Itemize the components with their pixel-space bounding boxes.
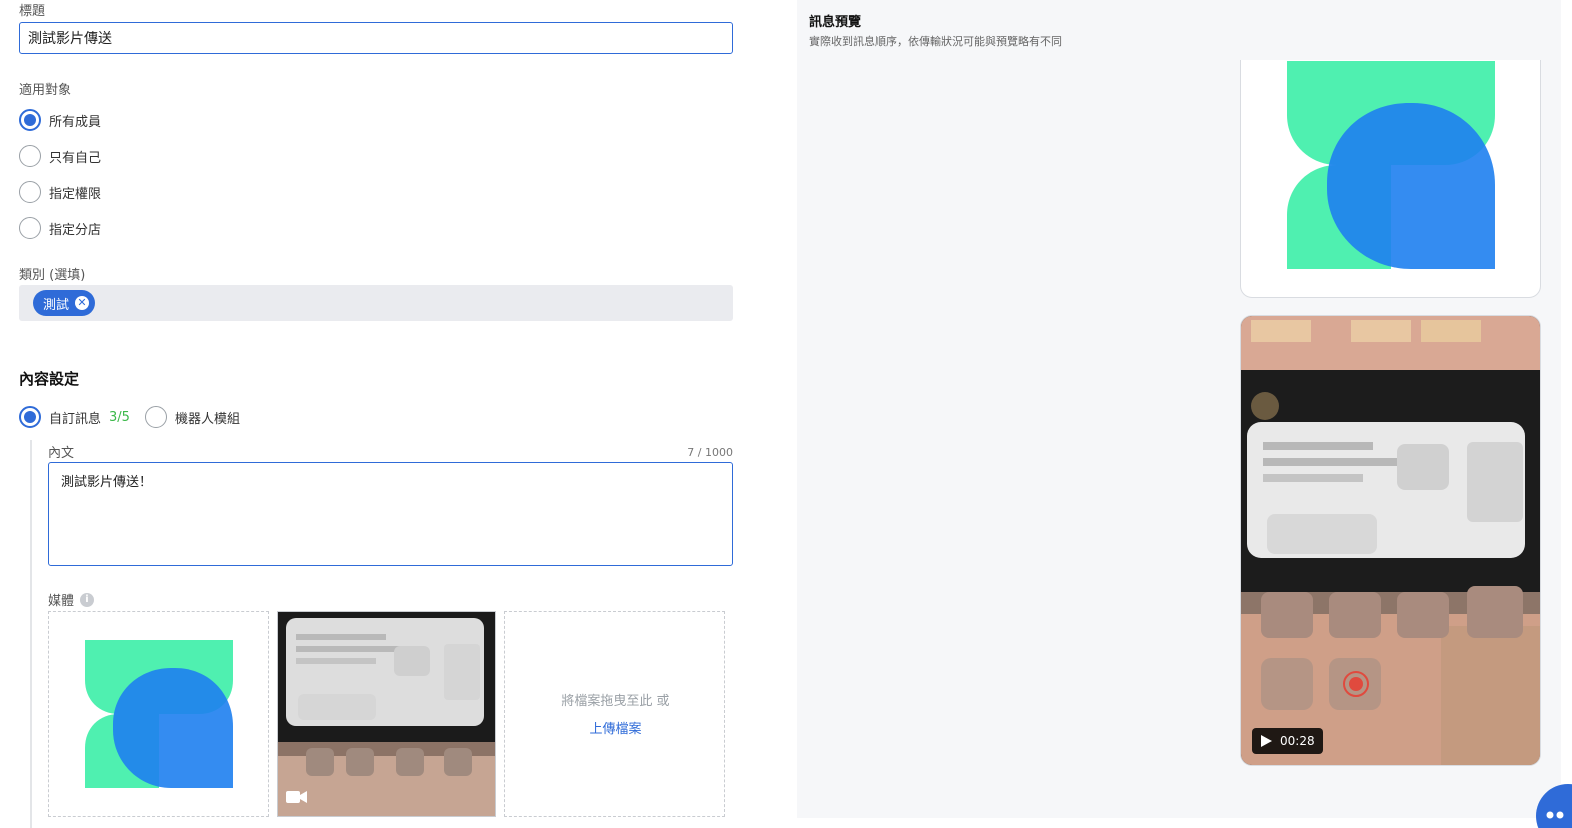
category-tag-input[interactable]: 測試 ✕ xyxy=(19,285,733,321)
body-textarea-value: 測試影片傳送！ xyxy=(61,475,153,490)
radio-checked[interactable] xyxy=(19,406,41,428)
video-thumbnail xyxy=(278,612,495,816)
content-indent-line xyxy=(30,440,32,828)
category-label: 類別 (選填) xyxy=(19,268,86,283)
radio-checked[interactable] xyxy=(19,109,41,131)
preview-video-thumbnail xyxy=(1241,316,1540,765)
video-duration-badge: 00:28 xyxy=(1252,728,1323,754)
media-tile-image[interactable] xyxy=(48,611,269,817)
radio-unchecked[interactable] xyxy=(19,145,41,167)
audience-option-label: 指定分店 xyxy=(49,222,102,238)
preview-title: 訊息預覽 xyxy=(809,15,862,30)
body-label: 內文 xyxy=(48,446,75,461)
chat-launcher-icon xyxy=(1546,811,1564,819)
preview-image-bubble[interactable] xyxy=(1240,60,1541,298)
title-input[interactable]: 測試影片傳送 xyxy=(19,22,733,54)
upload-file-link[interactable]: 上傳檔案 xyxy=(505,718,726,737)
video-camera-icon xyxy=(286,791,307,803)
audience-option-label: 所有成員 xyxy=(49,114,102,130)
play-icon xyxy=(1261,735,1272,747)
audience-option-self[interactable]: 只有自己 xyxy=(19,145,101,167)
audience-label: 適用對象 xyxy=(19,83,72,98)
category-tag: 測試 ✕ xyxy=(33,290,96,316)
audience-option-label: 指定權限 xyxy=(49,186,102,202)
media-label: 媒體 xyxy=(48,594,75,609)
content-type-bot-label: 機器人模組 xyxy=(175,411,241,427)
content-type-custom-label: 自訂訊息 xyxy=(49,411,102,427)
content-type-bot[interactable]: 機器人模組 xyxy=(145,406,240,428)
content-section-title: 內容設定 xyxy=(19,370,80,388)
preview-video-bubble[interactable]: 00:28 xyxy=(1240,315,1541,766)
media-upload-dropzone[interactable]: 將檔案拖曳至此 或 上傳檔案 xyxy=(504,611,725,817)
audience-option-all[interactable]: 所有成員 xyxy=(19,109,101,131)
radio-unchecked[interactable] xyxy=(19,217,41,239)
logo-image xyxy=(85,640,233,788)
body-textarea[interactable]: 測試影片傳送！ xyxy=(48,462,733,566)
message-preview-panel: 訊息預覽 實際收到訊息順序，依傳輸狀況可能與預覽略有不同 00:28 xyxy=(797,0,1561,818)
title-input-value: 測試影片傳送 xyxy=(28,31,112,47)
preview-image-viewport xyxy=(1240,60,1541,300)
category-tag-label: 測試 xyxy=(43,297,70,313)
media-label-row: 媒體 i xyxy=(48,590,95,609)
audience-option-branch[interactable]: 指定分店 xyxy=(19,217,101,239)
body-counter: 7 / 1000 xyxy=(687,446,733,459)
upload-hint: 將檔案拖曳至此 或 xyxy=(561,694,670,709)
audience-option-label: 只有自己 xyxy=(49,150,102,166)
video-duration: 00:28 xyxy=(1280,734,1315,748)
close-icon[interactable]: ✕ xyxy=(75,296,90,310)
radio-unchecked[interactable] xyxy=(145,406,167,428)
audience-option-permission[interactable]: 指定權限 xyxy=(19,181,101,203)
content-type-custom[interactable]: 自訂訊息 3/5 xyxy=(19,406,130,428)
preview-subtitle: 實際收到訊息順序，依傳輸狀況可能與預覽略有不同 xyxy=(809,35,1062,48)
radio-unchecked[interactable] xyxy=(19,181,41,203)
preview-logo-image xyxy=(1287,61,1495,269)
info-icon[interactable]: i xyxy=(80,592,95,607)
media-tile-video[interactable] xyxy=(277,611,496,817)
content-count-badge: 3/5 xyxy=(109,409,130,425)
title-label: 標題 xyxy=(19,4,46,19)
